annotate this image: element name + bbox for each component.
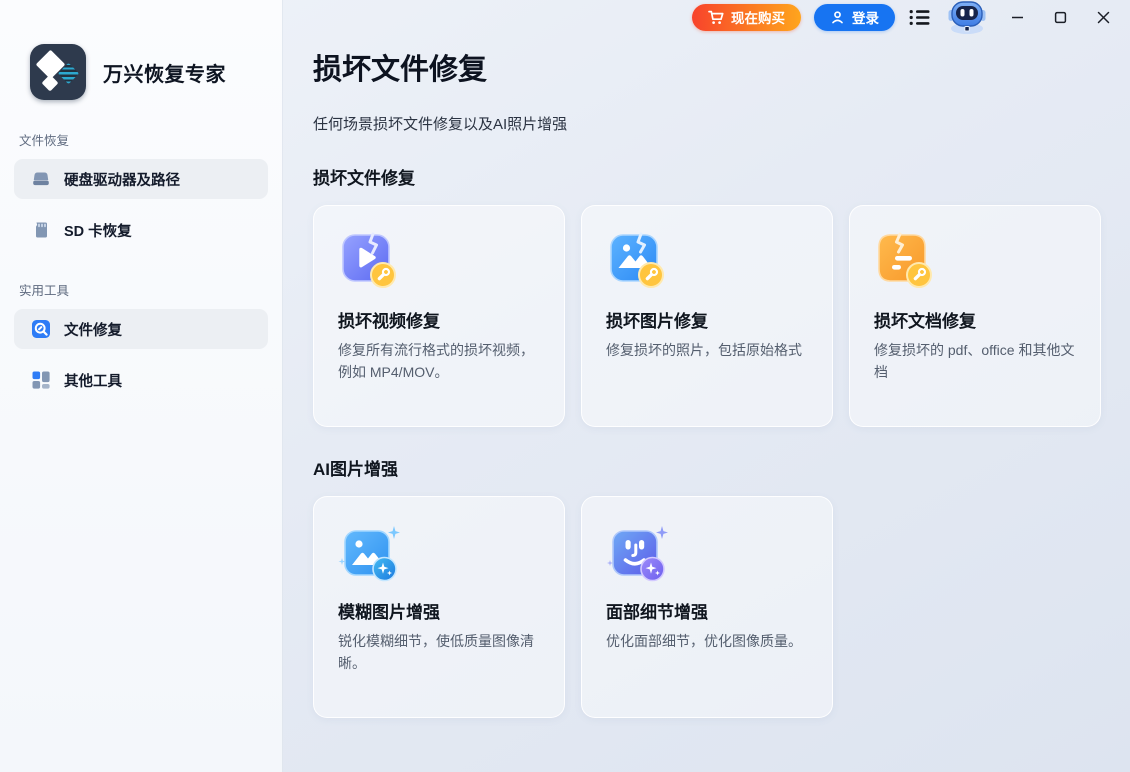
maximize-icon	[1054, 11, 1067, 24]
app-logo	[30, 44, 86, 100]
login-label: 登录	[852, 7, 879, 27]
cart-icon	[708, 10, 724, 25]
sidebar-item-label: 其他工具	[64, 370, 122, 391]
card-photo-repair[interactable]: 损坏图片修复 修复损坏的照片，包括原始格式	[581, 205, 833, 427]
card-description: 锐化模糊细节，使低质量图像清晰。	[338, 631, 544, 674]
sidebar-item-label: 硬盘驱动器及路径	[64, 169, 180, 190]
minimize-button[interactable]	[1002, 3, 1032, 31]
app-title: 万兴恢复专家	[103, 58, 226, 87]
minimize-icon	[1011, 11, 1024, 24]
sidebar-item-sd-card[interactable]: SD 卡恢复	[14, 210, 268, 250]
sidebar-section-label-utilities: 实用工具	[19, 280, 282, 299]
hard-drive-icon	[31, 169, 51, 189]
close-icon	[1097, 11, 1110, 24]
section-header-ai-enhance: AI图片增强	[313, 455, 1130, 480]
card-title: 面部细节增强	[606, 598, 808, 623]
card-title: 损坏视频修复	[338, 307, 540, 332]
card-row-ai-enhance: 模糊图片增强 锐化模糊细节，使低质量图像清晰。	[313, 496, 1130, 718]
sidebar-item-label: SD 卡恢复	[64, 220, 132, 241]
more-tools-icon	[31, 370, 51, 390]
sidebar-item-label: 文件修复	[64, 319, 122, 340]
sidebar-item-file-repair[interactable]: 文件修复	[14, 309, 268, 349]
login-button[interactable]: 登录	[814, 4, 895, 31]
robot-assistant-icon[interactable]	[945, 0, 989, 34]
card-description: 优化面部细节，优化图像质量。	[606, 631, 812, 653]
main-content: 损坏文件修复 任何场景损坏文件修复以及AI照片增强 损坏文件修复	[283, 0, 1130, 772]
card-blur-enhance[interactable]: 模糊图片增强 锐化模糊细节，使低质量图像清晰。	[313, 496, 565, 718]
menu-icon[interactable]	[908, 5, 932, 29]
sidebar-nav-utilities: 文件修复 其他工具	[0, 309, 282, 400]
card-description: 修复损坏的照片，包括原始格式	[606, 340, 812, 362]
card-description: 修复损坏的 pdf、office 和其他文档	[874, 340, 1080, 383]
app-brand: 万兴恢复专家	[30, 44, 282, 100]
video-repair-icon	[338, 230, 402, 294]
blur-enhance-icon	[338, 521, 402, 585]
sd-card-icon	[31, 220, 51, 240]
user-icon	[830, 10, 845, 25]
close-button[interactable]	[1088, 3, 1118, 31]
sidebar-item-other-tools[interactable]: 其他工具	[14, 360, 268, 400]
card-face-enhance[interactable]: 面部细节增强 优化面部细节，优化图像质量。	[581, 496, 833, 718]
sidebar-section-label-file-recovery: 文件恢复	[19, 130, 282, 149]
card-title: 损坏图片修复	[606, 307, 808, 332]
card-description: 修复所有流行格式的损坏视频，例如 MP4/MOV。	[338, 340, 544, 383]
document-repair-icon	[874, 230, 938, 294]
sidebar-item-hard-drives[interactable]: 硬盘驱动器及路径	[14, 159, 268, 199]
page-subtitle: 任何场景损坏文件修复以及AI照片增强	[313, 113, 1130, 134]
buy-now-button[interactable]: 现在购买	[692, 4, 801, 31]
buy-now-label: 现在购买	[731, 7, 785, 27]
maximize-button[interactable]	[1045, 3, 1075, 31]
sidebar: 万兴恢复专家 文件恢复 硬盘驱动器及路径 SD 卡恢复	[0, 0, 283, 772]
card-title: 损坏文档修复	[874, 307, 1076, 332]
card-video-repair[interactable]: 损坏视频修复 修复所有流行格式的损坏视频，例如 MP4/MOV。	[313, 205, 565, 427]
titlebar: 现在购买 登录	[692, 0, 1130, 34]
face-enhance-icon	[606, 521, 670, 585]
card-title: 模糊图片增强	[338, 598, 540, 623]
card-document-repair[interactable]: 损坏文档修复 修复损坏的 pdf、office 和其他文档	[849, 205, 1101, 427]
sidebar-nav-file-recovery: 硬盘驱动器及路径 SD 卡恢复	[0, 159, 282, 250]
page-title: 损坏文件修复	[313, 46, 1130, 88]
file-repair-icon	[31, 319, 51, 339]
card-row-file-repair: 损坏视频修复 修复所有流行格式的损坏视频，例如 MP4/MOV。	[313, 205, 1130, 427]
photo-repair-icon	[606, 230, 670, 294]
section-header-file-repair: 损坏文件修复	[313, 164, 1130, 189]
